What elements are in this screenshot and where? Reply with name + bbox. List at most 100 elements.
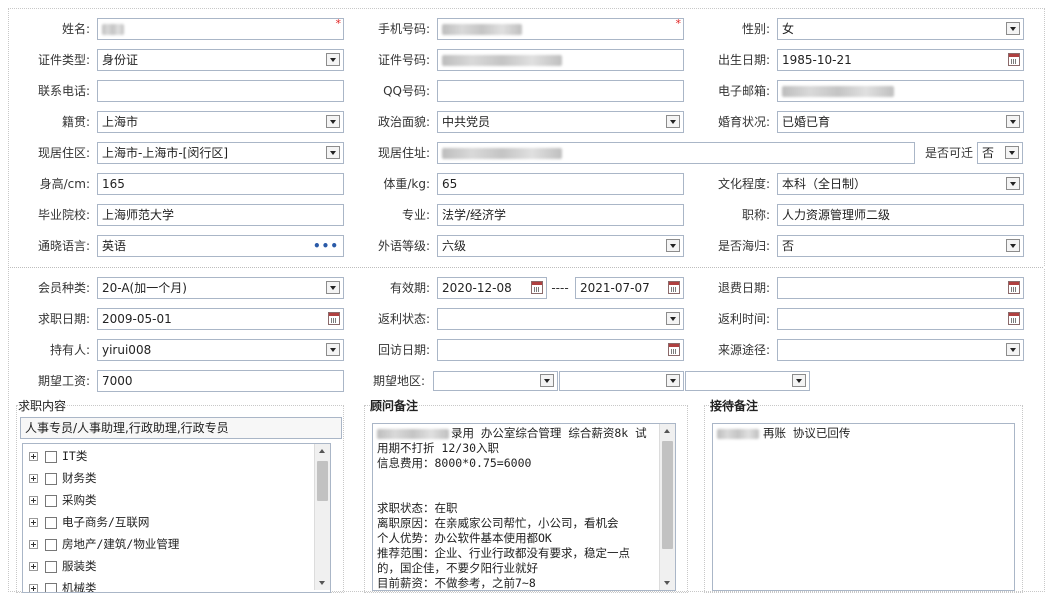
source-select[interactable]: [777, 339, 1024, 361]
chevron-down-icon[interactable]: [1006, 239, 1020, 252]
language-level-select[interactable]: 六级: [437, 235, 684, 257]
birth-date-input[interactable]: 1985-10-21: [777, 49, 1024, 71]
chevron-down-icon[interactable]: [326, 115, 340, 128]
tree-item-finance[interactable]: 财务类: [29, 468, 97, 488]
chevron-down-icon[interactable]: [666, 115, 680, 128]
refund-date-input[interactable]: [777, 277, 1024, 299]
job-summary-value: 人事专员/人事助理,行政助理,行政专员: [25, 421, 229, 435]
expand-plus-icon[interactable]: [29, 474, 38, 483]
marital-select[interactable]: 已婚已育: [777, 111, 1024, 133]
tree-scrollbar[interactable]: [314, 444, 330, 590]
holder-select[interactable]: yirui008: [97, 339, 344, 361]
scroll-thumb[interactable]: [662, 441, 673, 549]
political-select[interactable]: 中共党员: [437, 111, 684, 133]
email-input[interactable]: [777, 80, 1024, 102]
calendar-icon[interactable]: [328, 312, 340, 325]
native-place-value: 上海市: [102, 115, 139, 129]
checkbox[interactable]: [45, 560, 57, 573]
title-input[interactable]: 人力资源管理师二级: [777, 204, 1024, 226]
member-type-select[interactable]: 20-A(加一个月): [97, 277, 344, 299]
language-input[interactable]: 英语 •••: [97, 235, 344, 257]
checkbox[interactable]: [45, 450, 57, 463]
expand-plus-icon[interactable]: [29, 518, 38, 527]
education-select[interactable]: 本科（全日制）: [777, 173, 1024, 195]
expand-plus-icon[interactable]: [29, 496, 38, 505]
tree-item-ecommerce[interactable]: 电子商务/互联网: [29, 512, 149, 532]
calendar-icon[interactable]: [668, 281, 680, 294]
chevron-down-icon[interactable]: [326, 53, 340, 66]
mobile-input[interactable]: *: [437, 18, 684, 40]
chevron-down-icon[interactable]: [326, 146, 340, 159]
scroll-up-icon[interactable]: [660, 424, 675, 439]
rebate-time-input[interactable]: [777, 308, 1024, 330]
id-number-input[interactable]: [437, 49, 684, 71]
chevron-down-icon[interactable]: [540, 374, 554, 387]
notes-scrollbar[interactable]: [659, 424, 675, 590]
returnee-select[interactable]: 否: [777, 235, 1024, 257]
checkbox[interactable]: [45, 472, 57, 485]
job-summary-input[interactable]: 人事专员/人事助理,行政助理,行政专员: [20, 417, 342, 439]
validity-end-input[interactable]: 2021-07-07: [575, 277, 684, 299]
residence-address-input[interactable]: [437, 142, 915, 164]
qq-input[interactable]: [437, 80, 684, 102]
expand-plus-icon[interactable]: [29, 452, 38, 461]
scroll-down-icon[interactable]: [315, 575, 330, 590]
tree-item-apparel[interactable]: 服装类: [29, 556, 97, 576]
expand-plus-icon[interactable]: [29, 584, 38, 592]
checkbox[interactable]: [45, 494, 57, 507]
chevron-down-icon[interactable]: [666, 374, 680, 387]
chevron-down-icon[interactable]: [1006, 115, 1020, 128]
chevron-down-icon[interactable]: [1006, 177, 1020, 190]
job-category-tree[interactable]: IT类 财务类 采购类 电子商务/互联网 房地产/建筑/物业管理 服装类 机械类: [22, 443, 331, 593]
job-date-input[interactable]: 2009-05-01: [97, 308, 344, 330]
weight-input[interactable]: 65: [437, 173, 684, 195]
region-province-select[interactable]: [433, 371, 558, 391]
checkbox[interactable]: [45, 582, 57, 592]
calendar-icon[interactable]: [668, 343, 680, 356]
checkbox[interactable]: [45, 516, 57, 529]
calendar-icon[interactable]: [1008, 281, 1020, 294]
relocatable-select[interactable]: 否: [977, 142, 1023, 164]
scroll-down-icon[interactable]: [660, 575, 675, 590]
name-input[interactable]: *: [97, 18, 344, 40]
validity-start-input[interactable]: 2020-12-08: [437, 277, 547, 299]
id-type-select[interactable]: 身份证: [97, 49, 344, 71]
consultant-notes-textarea[interactable]: 录用 办公室综合管理 综合薪资8k 试 用期不打折 12/30入职 信息费用：8…: [372, 423, 676, 591]
language-level-label: 外语等级:: [377, 239, 430, 253]
calendar-icon[interactable]: [1008, 312, 1020, 325]
chevron-down-icon[interactable]: [1005, 146, 1019, 159]
chevron-down-icon[interactable]: [792, 374, 806, 387]
scroll-up-icon[interactable]: [315, 444, 330, 459]
major-input[interactable]: 法学/经济学: [437, 204, 684, 226]
tree-item-realestate[interactable]: 房地产/建筑/物业管理: [29, 534, 179, 554]
address-redacted: [442, 148, 562, 159]
chevron-down-icon[interactable]: [1006, 22, 1020, 35]
chevron-down-icon[interactable]: [326, 281, 340, 294]
height-input[interactable]: 165: [97, 173, 344, 195]
scroll-thumb[interactable]: [317, 461, 328, 501]
gender-select[interactable]: 女: [777, 18, 1024, 40]
visit-date-input[interactable]: [437, 339, 684, 361]
reception-notes-textarea[interactable]: 再账 协议已回传: [712, 423, 1015, 591]
tree-item-purchase[interactable]: 采购类: [29, 490, 97, 510]
region-district-select[interactable]: [685, 371, 810, 391]
chevron-down-icon[interactable]: [1006, 343, 1020, 356]
tree-item-machinery[interactable]: 机械类: [29, 578, 97, 592]
rebate-status-select[interactable]: [437, 308, 684, 330]
residence-area-select[interactable]: 上海市-上海市-[闵行区]: [97, 142, 344, 164]
calendar-icon[interactable]: [531, 281, 543, 294]
checkbox[interactable]: [45, 538, 57, 551]
tree-item-it[interactable]: IT类: [29, 446, 87, 466]
calendar-icon[interactable]: [1008, 53, 1020, 66]
region-city-select[interactable]: [559, 371, 684, 391]
chevron-down-icon[interactable]: [666, 312, 680, 325]
native-place-select[interactable]: 上海市: [97, 111, 344, 133]
chevron-down-icon[interactable]: [326, 343, 340, 356]
phone-input[interactable]: [97, 80, 344, 102]
expand-plus-icon[interactable]: [29, 562, 38, 571]
school-input[interactable]: 上海师范大学: [97, 204, 344, 226]
salary-input[interactable]: 7000: [97, 370, 344, 392]
chevron-down-icon[interactable]: [666, 239, 680, 252]
more-icon[interactable]: •••: [313, 236, 339, 256]
expand-plus-icon[interactable]: [29, 540, 38, 549]
